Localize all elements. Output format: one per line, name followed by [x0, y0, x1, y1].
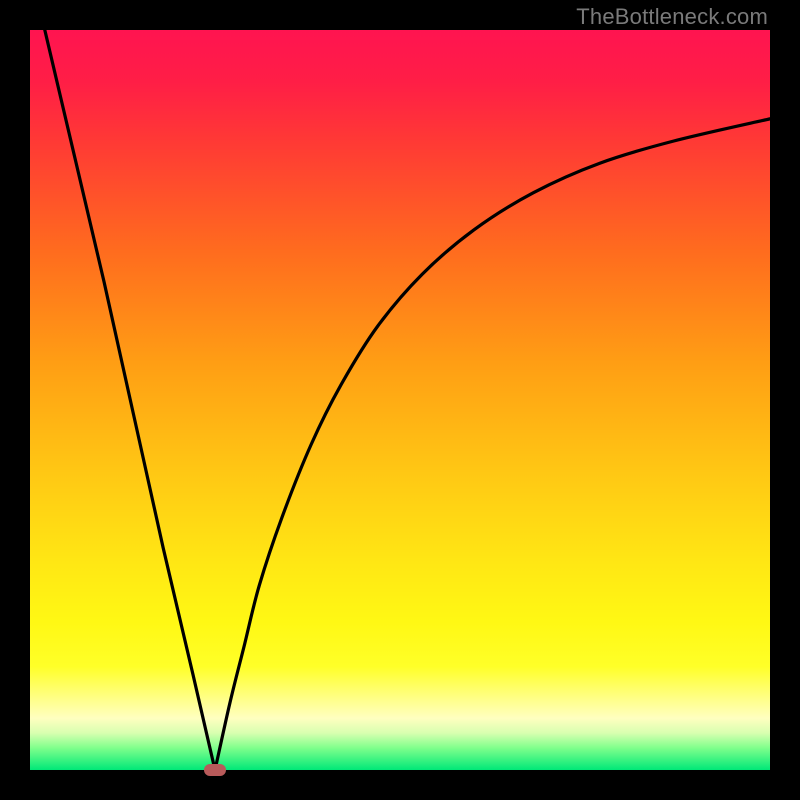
chart-frame — [30, 30, 770, 770]
minimum-marker — [204, 764, 226, 776]
watermark-text: TheBottleneck.com — [576, 4, 768, 30]
gradient-background — [30, 30, 770, 770]
bottleneck-chart — [30, 30, 770, 770]
